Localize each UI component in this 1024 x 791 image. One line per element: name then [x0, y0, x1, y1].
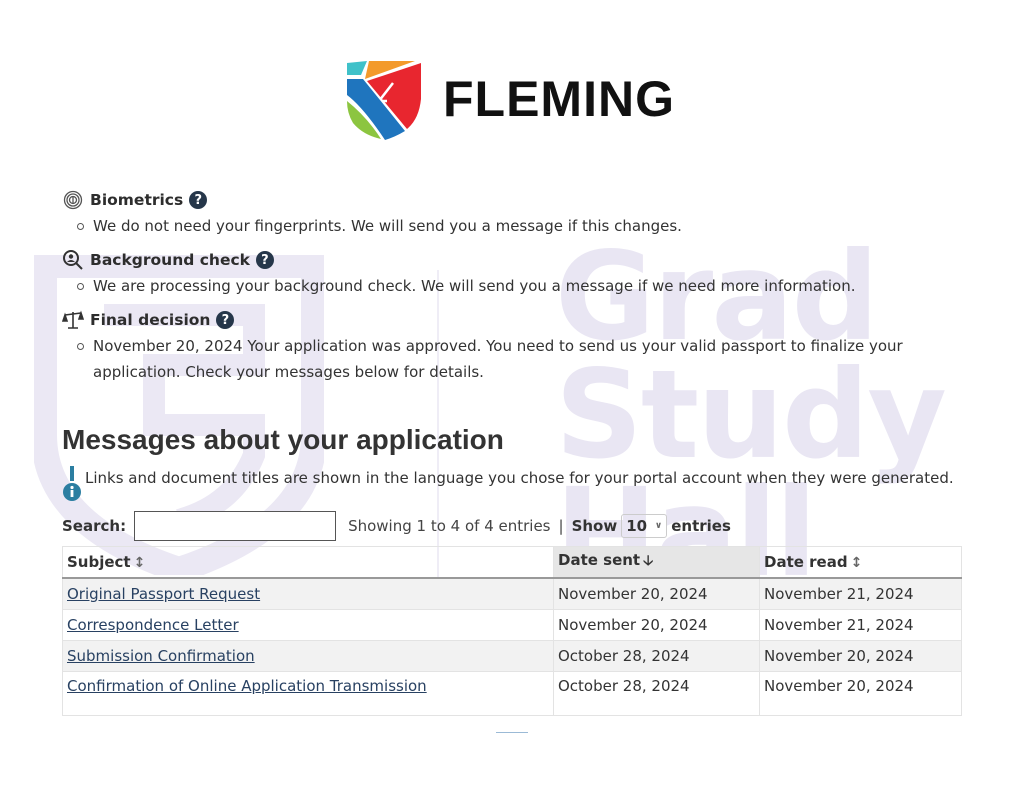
message-link[interactable]: Submission Confirmation — [67, 647, 255, 665]
date-sent-cell: October 28, 2024 — [553, 640, 760, 672]
fleming-wordmark: FLEMING — [443, 71, 675, 127]
show-label: Show — [571, 517, 618, 535]
message-link[interactable]: Confirmation of Online Application Trans… — [67, 677, 427, 695]
date-read-cell: November 20, 2024 — [759, 640, 962, 672]
table-row: Original Passport Request November 20, 2… — [62, 577, 962, 610]
page-size-value: 10 — [626, 517, 648, 535]
language-note: Links and document titles are shown in t… — [62, 466, 954, 502]
table-header-row: Subject ↕ Date sent 🡣 Date read ↕ — [62, 546, 962, 579]
pagination-divider — [496, 732, 528, 733]
column-header-subject[interactable]: Subject ↕ — [62, 546, 554, 579]
application-status-list: Biometrics ? We do not need your fingerp… — [62, 188, 962, 394]
column-header-date-read[interactable]: Date read ↕ — [759, 546, 962, 579]
table-row: Submission Confirmation October 28, 2024… — [62, 640, 962, 672]
column-label: Date read — [764, 553, 848, 571]
status-title: Biometrics — [90, 191, 184, 209]
date-sent-cell: November 20, 2024 — [553, 609, 760, 641]
separator: | — [558, 517, 564, 535]
help-icon[interactable]: ? — [189, 191, 208, 209]
date-sent-cell: November 20, 2024 — [553, 577, 760, 610]
date-read-cell: November 20, 2024 — [759, 671, 962, 716]
info-icon — [63, 466, 81, 501]
message-link[interactable]: Original Passport Request — [67, 585, 260, 603]
message-link[interactable]: Correspondence Letter — [67, 616, 239, 634]
page-size-select[interactable]: 10 ∨ — [621, 514, 668, 538]
status-title: Final decision — [90, 311, 211, 329]
date-sent-cell: October 28, 2024 — [553, 671, 760, 716]
status-final-decision: Final decision ? November 20, 2024 Your … — [62, 308, 962, 385]
status-title: Background check — [90, 251, 250, 269]
help-icon[interactable]: ? — [216, 311, 235, 329]
chevron-down-icon: ∨ — [654, 521, 663, 531]
status-background-check: Background check ? We are processing you… — [62, 248, 962, 299]
fleming-shield-icon — [347, 61, 421, 140]
language-note-text: Links and document titles are shown in t… — [85, 469, 954, 487]
entries-label: entries — [671, 517, 731, 535]
sort-icon: ↕ — [850, 555, 863, 571]
help-icon[interactable]: ? — [255, 251, 274, 269]
table-row: Correspondence Letter November 20, 2024 … — [62, 609, 962, 641]
sort-descending-icon: 🡣 — [643, 553, 654, 569]
search-person-icon — [62, 249, 84, 271]
table-controls: Search: Showing 1 to 4 of 4 entries | Sh… — [62, 511, 731, 541]
status-text: November 20, 2024 Your application was a… — [62, 333, 962, 385]
status-biometrics: Biometrics ? We do not need your fingerp… — [62, 188, 962, 239]
messages-heading: Messages about your application — [62, 424, 504, 455]
column-header-date-sent[interactable]: Date sent 🡣 — [553, 546, 760, 579]
table-row: Confirmation of Online Application Trans… — [62, 671, 962, 716]
search-label: Search: — [62, 517, 127, 535]
fingerprint-icon — [62, 189, 84, 211]
messages-table: Subject ↕ Date sent 🡣 Date read ↕ Original … — [62, 546, 962, 716]
status-text: We are processing your background check.… — [62, 273, 962, 299]
fleming-logo: FLEMING — [345, 57, 675, 141]
entries-info: Showing 1 to 4 of 4 entries — [348, 517, 551, 535]
scale-icon — [62, 309, 84, 331]
column-label: Subject — [67, 553, 131, 571]
date-read-cell: November 21, 2024 — [759, 577, 962, 610]
date-read-cell: November 21, 2024 — [759, 609, 962, 641]
search-input[interactable] — [134, 511, 337, 541]
status-text: We do not need your fingerprints. We wil… — [62, 213, 962, 239]
sort-icon: ↕ — [133, 555, 146, 571]
column-label: Date sent — [558, 551, 641, 569]
